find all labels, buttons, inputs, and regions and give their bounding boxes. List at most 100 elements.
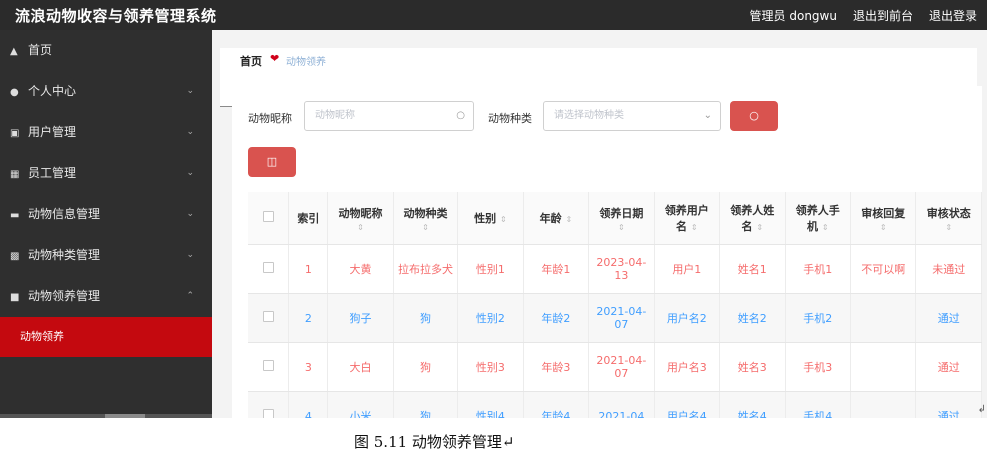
table-row[interactable]: 1 大黄 拉布拉多犬 性别1 年龄1 2023-04-13 用户1 姓名1 手机… xyxy=(248,244,982,294)
col-header-reply[interactable]: 审核回复 ⇕ xyxy=(850,192,917,245)
breadcrumb-current: 动物领养 xyxy=(286,57,326,68)
animal-icon: ▬ xyxy=(10,210,20,221)
cell-index: 4 xyxy=(288,391,329,418)
sidebar: ▲ 首页 ● 个人中心 ⌄ ▣ 用户管理 ⌄ ▦ 员工管理 ⌄ ▬ 动物信息管理 ⌄ ▩ 动… xyxy=(0,30,212,418)
select-all-checkbox[interactable] xyxy=(248,192,290,245)
app-title: 流浪动物收容与领养管理系统 xyxy=(15,7,217,25)
sort-icon: ⇕ xyxy=(499,215,507,224)
cell-gender: 性别4 xyxy=(457,391,524,418)
cell-age: 年龄1 xyxy=(523,244,590,294)
row-checkbox[interactable] xyxy=(248,391,290,418)
cell-type: 狗 xyxy=(393,391,459,418)
table-row[interactable]: 3 大白 狗 性别3 年龄3 2021-04-07 用户名3 姓名3 手机3 通… xyxy=(248,342,982,392)
cell-username: 用户名4 xyxy=(654,391,721,418)
col-header-gender[interactable]: 性别 ⇕ xyxy=(457,192,524,245)
cell-type: 拉布拉多犬 xyxy=(393,244,459,294)
search-icon: ○ xyxy=(749,109,759,122)
sort-icon: ⇕ xyxy=(422,222,429,232)
figure-caption: 图 5.11 动物领养管理↵ xyxy=(354,433,515,451)
return-mark-icon: ↲ xyxy=(977,404,986,415)
col-header-name[interactable]: 动物昵称 ⇕ xyxy=(327,192,394,245)
chevron-down-icon: ⌄ xyxy=(186,209,194,219)
sort-icon: ⇕ xyxy=(756,223,764,232)
cell-name: 狗子 xyxy=(327,293,394,343)
home-icon: ▲ xyxy=(10,46,18,57)
animal-name-label: 动物昵称 xyxy=(248,112,292,125)
cell-age: 年龄3 xyxy=(523,342,590,392)
cell-index: 3 xyxy=(288,342,329,392)
sidebar-item-animal-category[interactable]: ▩ 动物种类管理 ⌄ xyxy=(0,235,212,276)
cell-phone: 手机2 xyxy=(785,293,851,343)
chevron-up-icon: ⌃ xyxy=(186,291,194,301)
animal-name-input[interactable]: 动物昵称 ○ xyxy=(304,101,474,131)
sidebar-item-label: 动物种类管理 xyxy=(28,248,101,262)
sidebar-item-adoption[interactable]: ■ 动物领养管理 ⌃ xyxy=(0,276,212,317)
sort-icon: ⇕ xyxy=(690,223,698,232)
cell-username: 用户1 xyxy=(654,244,721,294)
cell-username: 用户名2 xyxy=(654,293,721,343)
cell-age: 年龄4 xyxy=(523,391,590,418)
table-row[interactable]: 2 狗子 狗 性别2 年龄2 2021-04-07 用户名2 姓名2 手机2 通… xyxy=(248,293,982,343)
logout-link[interactable]: 退出登录 xyxy=(929,7,977,24)
user-icon: ● xyxy=(10,87,19,98)
cell-type: 狗 xyxy=(393,342,459,392)
sidebar-item-label: 首页 xyxy=(28,43,53,57)
chevron-down-icon: ⌄ xyxy=(186,250,194,260)
col-header-date[interactable]: 领养日期 ⇕ xyxy=(588,192,655,245)
sidebar-item-animal-info[interactable]: ▬ 动物信息管理 ⌄ xyxy=(0,194,212,235)
col-header-index: 索引 xyxy=(288,192,329,245)
sort-icon: ⇕ xyxy=(821,223,829,232)
delete-button[interactable]: ◫ xyxy=(248,147,296,177)
staff-icon: ▦ xyxy=(10,169,20,180)
cell-name: 大黄 xyxy=(327,244,394,294)
top-right-links: 管理员 dongwu 退出到前台 退出登录 xyxy=(750,7,977,24)
back-to-front-link[interactable]: 退出到前台 xyxy=(853,7,913,24)
cell-gender: 性别3 xyxy=(457,342,524,392)
cell-realname: 姓名1 xyxy=(719,244,786,294)
sidebar-item-home[interactable]: ▲ 首页 xyxy=(0,30,212,71)
cell-gender: 性别1 xyxy=(457,244,524,294)
sidebar-item-label: 用户管理 xyxy=(28,125,77,139)
sidebar-item-profile[interactable]: ● 个人中心 ⌄ xyxy=(0,71,212,112)
col-header-status[interactable]: 审核状态 ⇕ xyxy=(915,192,982,245)
cell-reply: 不可以啊 xyxy=(850,244,917,294)
cell-index: 1 xyxy=(288,244,329,294)
col-header-realname[interactable]: 领养人姓名 ⇕ xyxy=(719,192,786,245)
cell-date: 2021-04-07 xyxy=(588,342,655,392)
users-icon: ▣ xyxy=(10,128,20,139)
cell-reply xyxy=(850,293,917,343)
sort-icon: ⇕ xyxy=(565,215,573,224)
row-checkbox[interactable] xyxy=(248,244,290,294)
adoption-table: 索引 动物昵称 ⇕ 动物种类 ⇕ 性别 ⇕ 年龄 ⇕ 领养日期 ⇕ 领养用户名 ⇕ 领… xyxy=(248,192,982,418)
cell-status: 通过 xyxy=(915,342,982,392)
cell-date: 2021-04 xyxy=(588,391,655,418)
chevron-down-icon: ⌄ xyxy=(186,127,194,137)
cell-type: 狗 xyxy=(393,293,459,343)
animal-type-select[interactable]: 请选择动物种类 ⌄ xyxy=(543,101,721,131)
row-checkbox[interactable] xyxy=(248,293,290,343)
cell-date: 2021-04-07 xyxy=(588,293,655,343)
col-header-type[interactable]: 动物种类 ⇕ xyxy=(393,192,459,245)
table-row[interactable]: 4 小米 狗 性别4 年龄4 2021-04 用户名4 姓名4 手机4 通过 xyxy=(248,391,982,418)
table-header-row: 索引 动物昵称 ⇕ 动物种类 ⇕ 性别 ⇕ 年龄 ⇕ 领养日期 ⇕ 领养用户名 ⇕ 领… xyxy=(248,192,982,245)
cell-phone: 手机1 xyxy=(785,244,851,294)
sidebar-item-label: 个人中心 xyxy=(28,84,77,98)
search-button[interactable]: ○ xyxy=(730,101,778,131)
adoption-icon: ■ xyxy=(10,292,20,303)
col-header-phone[interactable]: 领养人手机 ⇕ xyxy=(785,192,851,245)
category-icon: ▩ xyxy=(10,251,20,262)
cell-realname: 姓名2 xyxy=(719,293,786,343)
sidebar-subitem-adoption[interactable]: 动物领养 xyxy=(0,317,212,357)
col-header-username[interactable]: 领养用户名 ⇕ xyxy=(654,192,721,245)
cell-realname: 姓名3 xyxy=(719,342,786,392)
content-panel: 动物昵称 动物昵称 ○ 动物种类 请选择动物种类 ⌄ ○ ◫ 索引 动物昵称⇕ xyxy=(232,86,982,418)
trash-icon: ◫ xyxy=(266,155,278,168)
row-checkbox[interactable] xyxy=(248,342,290,392)
sidebar-item-staff[interactable]: ▦ 员工管理 ⌄ xyxy=(0,153,212,194)
sort-icon: ⇕ xyxy=(879,222,887,232)
chevron-down-icon: ⌄ xyxy=(703,110,712,121)
chevron-down-icon: ⌄ xyxy=(186,168,194,178)
col-header-age[interactable]: 年龄 ⇕ xyxy=(523,192,590,245)
breadcrumb-home[interactable]: 首页 xyxy=(240,53,262,69)
sidebar-item-users[interactable]: ▣ 用户管理 ⌄ xyxy=(0,112,212,153)
